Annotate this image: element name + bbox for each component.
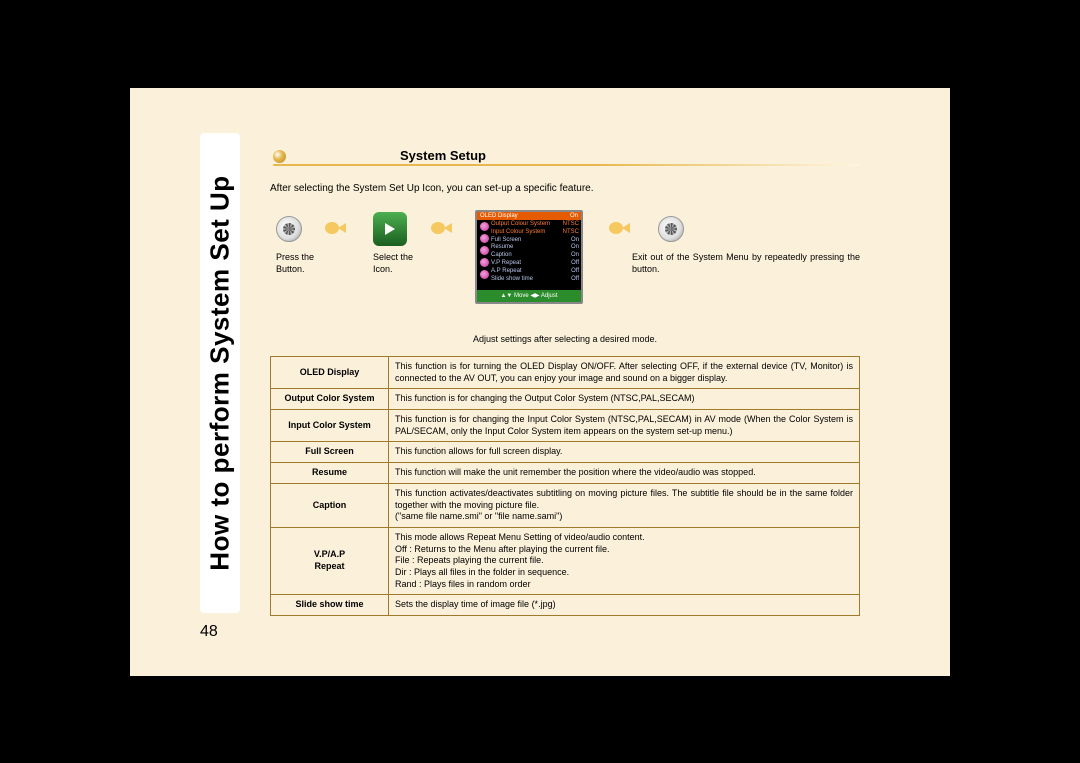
intro-text: After selecting the System Set Up Icon, … <box>270 183 860 194</box>
feature-desc: This function allows for full screen dis… <box>389 442 860 463</box>
header-underline <box>273 164 860 166</box>
menu-globe-icon <box>480 270 489 279</box>
features-table: OLED DisplayThis function is for turning… <box>270 356 860 616</box>
table-row: Input Color SystemThis function is for c… <box>271 410 860 442</box>
feature-label: Caption <box>271 483 389 527</box>
menu-screenshot: OLED Display On Output Colour SystemNTSC… <box>475 210 583 304</box>
table-row: V.P/A.P RepeatThis mode allows Repeat Me… <box>271 527 860 594</box>
section-title: System Setup <box>400 148 486 163</box>
setup-icon <box>373 212 407 246</box>
menu-globe-icon <box>480 234 489 243</box>
screen-footer: ▲▼ Move ◀▶ Adjust <box>477 290 581 302</box>
table-row: OLED DisplayThis function is for turning… <box>271 357 860 389</box>
table-row: CaptionThis function activates/deactivat… <box>271 483 860 527</box>
feature-label: V.P/A.P Repeat <box>271 527 389 594</box>
step-select-text: Select the Icon. <box>373 252 433 275</box>
feature-label: Output Color System <box>271 389 389 410</box>
page-number: 48 <box>200 623 218 641</box>
feature-label: Input Color System <box>271 410 389 442</box>
arrow-right-icon <box>430 220 458 236</box>
table-row: ResumeThis function will make the unit r… <box>271 463 860 484</box>
feature-label: Slide show time <box>271 595 389 616</box>
screen-list: Output Colour SystemNTSC Input Colour Sy… <box>477 220 581 284</box>
feature-desc: This function is for changing the Output… <box>389 389 860 410</box>
menu-globe-icon <box>480 258 489 267</box>
table-row: Slide show timeSets the display time of … <box>271 595 860 616</box>
manual-page: How to perform System Set Up 48 System S… <box>130 88 950 676</box>
sidebar-title: How to perform System Set Up <box>205 175 236 570</box>
step-exit-text: Exit out of the System Menu by repeatedl… <box>632 252 860 275</box>
feature-desc: Sets the display time of image file (*.j… <box>389 595 860 616</box>
feature-desc: This function will make the unit remembe… <box>389 463 860 484</box>
adjust-caption: Adjust settings after selecting a desire… <box>270 334 860 344</box>
header-bullet-icon <box>273 150 286 163</box>
screen-title-right: On <box>570 213 578 219</box>
table-row: Output Color SystemThis function is for … <box>271 389 860 410</box>
section-header: System Setup <box>270 148 860 168</box>
feature-desc: This function activates/deactivates subt… <box>389 483 860 527</box>
step-press-text: Press the Button. <box>276 252 336 275</box>
arrow-right-icon <box>324 220 352 236</box>
feature-label: Resume <box>271 463 389 484</box>
menu-globe-icon <box>480 222 489 231</box>
feature-desc: This function is for changing the Input … <box>389 410 860 442</box>
screen-title-left: OLED Display <box>480 213 518 219</box>
sidebar-tab: How to perform System Set Up <box>200 133 240 613</box>
button-icon <box>276 216 302 242</box>
feature-label: Full Screen <box>271 442 389 463</box>
button-icon <box>658 216 684 242</box>
menu-globe-icon <box>480 246 489 255</box>
feature-desc: This function is for turning the OLED Di… <box>389 357 860 389</box>
content-area: System Setup After selecting the System … <box>270 148 860 616</box>
arrow-right-icon <box>608 220 636 236</box>
feature-desc: This mode allows Repeat Menu Setting of … <box>389 527 860 594</box>
table-row: Full ScreenThis function allows for full… <box>271 442 860 463</box>
feature-label: OLED Display <box>271 357 389 389</box>
step-row: OLED Display On Output Colour SystemNTSC… <box>270 210 860 320</box>
